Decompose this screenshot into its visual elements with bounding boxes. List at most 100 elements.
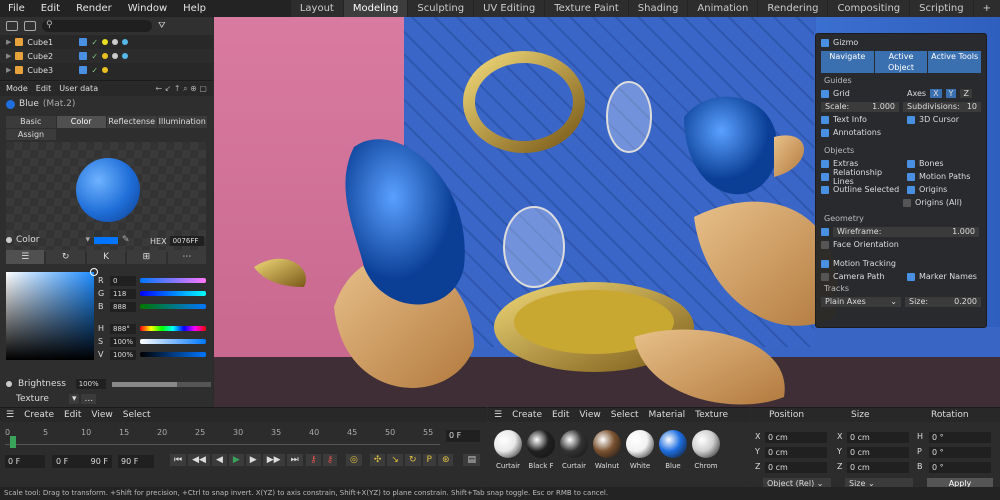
tab-assign[interactable]: Assign — [6, 129, 56, 140]
menu-texture[interactable]: Texture — [695, 408, 728, 422]
expand-arrow-icon[interactable]: ▶ — [6, 38, 11, 46]
tab-layout[interactable]: Layout — [290, 0, 343, 17]
color-picker-area[interactable] — [6, 268, 98, 360]
material-item[interactable]: Chrom — [690, 430, 722, 470]
checkbox[interactable] — [821, 159, 829, 168]
material-item[interactable]: Blue — [657, 430, 689, 470]
swatches-icon[interactable]: ⊞ — [127, 250, 166, 264]
channel-value[interactable]: 100% — [110, 336, 136, 347]
brightness-input[interactable]: 100% — [75, 379, 106, 389]
tab-basic[interactable]: Basic — [6, 116, 56, 128]
move-key-icon[interactable]: ✣ — [369, 454, 386, 466]
palette-icon[interactable]: ⋯ — [167, 250, 207, 264]
next-frame-icon[interactable]: ▶ — [245, 454, 261, 466]
position-input[interactable]: 0 cm — [765, 432, 827, 443]
menu-create[interactable]: Create — [512, 408, 542, 422]
editor-type-icon[interactable] — [6, 21, 18, 31]
material-ball[interactable] — [659, 430, 687, 458]
checkbox[interactable] — [907, 272, 915, 281]
channel-value[interactable]: 100% — [110, 349, 136, 360]
channel-value[interactable]: 888° — [110, 323, 136, 334]
check-icon[interactable]: ✓ — [91, 52, 98, 61]
menu-view[interactable]: View — [91, 408, 112, 422]
outliner-search-input[interactable]: ⚲ — [42, 20, 152, 32]
rotation-input[interactable]: 0 ° — [929, 462, 991, 473]
checkbox[interactable] — [907, 159, 915, 168]
menu-icon[interactable]: ☰ — [6, 408, 14, 422]
scale-field[interactable]: Scale: 1.000 — [821, 101, 899, 112]
material-item[interactable]: White — [624, 430, 656, 470]
checkbox[interactable] — [907, 115, 915, 124]
checkbox[interactable] — [907, 172, 915, 181]
color-swatch[interactable] — [94, 236, 119, 244]
list-item[interactable]: ▶ Cube2 ✓ — [0, 49, 213, 63]
end-frame-field[interactable]: 90 F — [118, 455, 154, 468]
checkbox[interactable] — [821, 185, 829, 194]
menu-window[interactable]: Window — [120, 0, 175, 17]
brightness-slider[interactable] — [111, 381, 211, 387]
param-key-icon[interactable]: P — [422, 454, 436, 466]
checkbox[interactable] — [821, 38, 829, 47]
menu-icon[interactable]: ☰ — [494, 408, 502, 422]
value-slider[interactable] — [140, 352, 206, 357]
pla-key-icon[interactable]: ⊛ — [437, 454, 454, 466]
hex-input[interactable]: 0076FF — [169, 236, 204, 246]
tab-scripting[interactable]: Scripting — [910, 0, 973, 17]
saturation-slider[interactable] — [140, 339, 206, 344]
tab-texture-paint[interactable]: Texture Paint — [545, 0, 628, 17]
key-icon[interactable]: ⚷ — [306, 454, 321, 466]
tab-uv-editing[interactable]: UV Editing — [474, 0, 545, 17]
object-name[interactable]: Cube3 — [27, 66, 75, 75]
prev-frame-icon[interactable]: ◀ — [211, 454, 227, 466]
navigate-button[interactable]: Navigate — [821, 51, 874, 73]
check-icon[interactable]: ✓ — [91, 66, 98, 75]
kelvin-icon[interactable]: K — [86, 250, 126, 264]
menu-edit[interactable]: Edit — [36, 82, 52, 96]
red-slider[interactable] — [140, 278, 206, 283]
material-item[interactable]: Curtair — [492, 430, 524, 470]
rotate-key-icon[interactable]: ↻ — [404, 454, 421, 466]
expand-arrow-icon[interactable]: ▶ — [6, 52, 11, 60]
position-input[interactable]: 0 cm — [765, 447, 827, 458]
green-slider[interactable] — [140, 291, 206, 296]
object-name[interactable]: Cube2 — [27, 52, 75, 61]
menu-select[interactable]: Select — [611, 408, 639, 422]
menu-create[interactable]: Create — [24, 408, 54, 422]
menu-help[interactable]: Help — [175, 0, 214, 17]
material-item[interactable]: Curtair — [558, 430, 590, 470]
material-ball[interactable] — [626, 430, 654, 458]
axis-z-button[interactable]: Z — [960, 89, 972, 98]
axis-x-button[interactable]: X — [930, 89, 942, 98]
checkbox-icon[interactable] — [79, 38, 88, 46]
start-frame-field[interactable]: 0 F — [5, 455, 45, 468]
sliders-icon[interactable]: ☰ — [6, 250, 45, 264]
hue-slider[interactable] — [140, 326, 206, 331]
menu-edit[interactable]: Edit — [33, 0, 68, 17]
record-icon[interactable]: ◎ — [346, 454, 362, 466]
axis-y-button[interactable]: Y — [945, 89, 957, 98]
menu-edit[interactable]: Edit — [552, 408, 569, 422]
checkbox[interactable] — [821, 227, 829, 236]
checkbox[interactable] — [907, 185, 915, 194]
list-item[interactable]: ▶ Cube3 ✓ — [0, 63, 213, 77]
tracks-dropdown[interactable]: Plain Axes ⌄ — [821, 296, 901, 307]
checkbox[interactable] — [903, 198, 911, 207]
checkbox[interactable] — [821, 172, 829, 181]
blue-slider[interactable] — [140, 304, 206, 309]
add-workspace-button[interactable]: + — [973, 0, 1000, 17]
checkbox[interactable] — [821, 240, 829, 249]
checkbox[interactable] — [821, 128, 829, 137]
menu-file[interactable]: File — [0, 0, 33, 17]
subdivisions-field[interactable]: Subdivisions: 10 — [903, 101, 981, 112]
next-key-icon[interactable]: ▶▶ — [262, 454, 285, 466]
tab-illumination[interactable]: Illumination — [157, 116, 207, 128]
tab-sculpting[interactable]: Sculpting — [408, 0, 474, 17]
channel-value[interactable]: 118 — [110, 288, 136, 299]
checkbox[interactable] — [821, 89, 829, 98]
picker-handle[interactable] — [90, 268, 98, 276]
play-icon[interactable]: ▶ — [228, 454, 244, 466]
dropdown-icon[interactable]: ▾ — [86, 235, 91, 245]
material-ball[interactable] — [494, 430, 522, 458]
frame-ruler[interactable]: 0 5 10 15 20 25 30 35 40 45 50 55 — [5, 428, 440, 450]
eyedropper-icon[interactable]: ✎ — [122, 235, 130, 245]
